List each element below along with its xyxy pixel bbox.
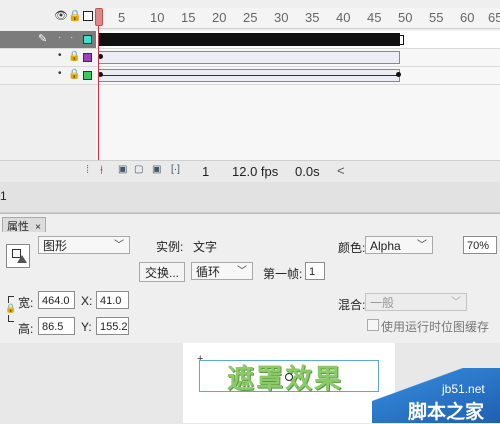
x-input[interactable]: 41.0 [96, 291, 129, 309]
ruler-tick: 10 [150, 10, 165, 25]
tab-label: 属性 [7, 221, 29, 233]
ruler-tick: 20 [212, 10, 227, 25]
playhead[interactable] [95, 8, 103, 26]
ruler-tick: 50 [398, 10, 413, 25]
width-input[interactable]: 464.0 [38, 291, 75, 309]
height-input[interactable]: 86.5 [38, 317, 75, 335]
watermark-logo: jb51.net 脚本之家 [372, 368, 500, 423]
lock-icon[interactable]: 🔒 [68, 69, 80, 80]
first-frame-input[interactable]: 1 [305, 262, 325, 280]
x-label: X: [81, 294, 93, 308]
ruler-tick: 60 [460, 10, 475, 25]
elapsed-time: 0.0s [295, 164, 320, 179]
symbol-type-icon [6, 244, 30, 268]
current-frame: 1 [202, 164, 210, 179]
frame-span[interactable] [98, 51, 400, 64]
layer-row-2[interactable]: • 🔒 [0, 49, 96, 67]
lock-ratio-icon[interactable]: 🔒 [5, 303, 16, 314]
ruler-tick: 35 [305, 10, 320, 25]
ruler-tick: 55 [429, 10, 444, 25]
layer-row-1[interactable]: ✎ · · [0, 31, 96, 49]
edit-multiple-icon[interactable]: ▣ [152, 164, 161, 175]
chevron-down-icon: ﹀ [114, 240, 124, 251]
frame-rate[interactable]: 12.0 fps [232, 164, 278, 179]
grip-icon: ⁞ [86, 164, 90, 176]
keyframe-dot[interactable] [396, 72, 401, 77]
tab-properties[interactable]: 属性 × [2, 217, 46, 233]
dot-icon[interactable]: • [58, 50, 62, 61]
y-label: Y: [81, 320, 92, 334]
frames-row-3[interactable] [96, 67, 500, 85]
ruler-tick: 65 [488, 10, 500, 25]
chevron-down-icon: ﹀ [417, 240, 427, 251]
layer-color-icon[interactable] [83, 35, 92, 44]
first-frame-label: 第一帧: [263, 267, 303, 281]
scroll-left-button[interactable]: < [337, 163, 345, 178]
layer-row-3[interactable]: • 🔒 [0, 67, 96, 85]
symbol-type-select[interactable]: 图形 ﹀ [38, 236, 130, 254]
instance-name: 文字 [193, 240, 218, 254]
tween-arrow [100, 75, 398, 76]
ruler-tick: 25 [243, 10, 258, 25]
ruler-tick: 30 [274, 10, 289, 25]
frames-row-1[interactable] [96, 31, 500, 49]
chevron-down-icon: ﹀ [451, 297, 461, 308]
swap-button[interactable]: 交换... [139, 262, 185, 282]
ruler-tick: 15 [181, 10, 196, 25]
layer-color-icon[interactable] [83, 53, 92, 62]
alpha-input[interactable]: 70% [463, 236, 497, 254]
markers-icon[interactable]: [·] [171, 164, 180, 175]
color-label: 颜色: [338, 241, 366, 255]
layer-color-icon[interactable] [83, 71, 92, 80]
frames-row-2[interactable] [96, 49, 500, 67]
stage-canvas[interactable]: + 遮罩效果 [183, 343, 395, 423]
stage-strip: 1 [0, 182, 500, 213]
playhead-line [98, 24, 99, 180]
dot-icon[interactable]: • [58, 68, 62, 79]
onion-skin-icon[interactable]: ▣ [118, 164, 127, 175]
instance-label: 实例: [156, 240, 184, 254]
transform-point[interactable] [285, 373, 293, 381]
cache-checkbox-label: 使用运行时位图缓存 [381, 320, 490, 334]
ruler-tick: 40 [336, 10, 351, 25]
pencil-icon: ✎ [38, 33, 48, 45]
color-select[interactable]: Alpha ﹀ [365, 236, 433, 254]
keyframe-span[interactable] [98, 33, 400, 46]
tab-close-button[interactable]: × [35, 222, 41, 233]
height-label: 高: [18, 322, 34, 336]
chevron-down-icon: ﹀ [237, 266, 247, 277]
ruler-tick: 45 [367, 10, 382, 25]
blend-select[interactable]: 一般 ﹀ [365, 293, 467, 311]
lock-icon[interactable]: 🔒 [68, 51, 80, 62]
loop-select[interactable]: 循环 ﹀ [191, 262, 253, 280]
timeline-footer: ⁞ ⍿ ▣ ▢ ▣ [·] 1 12.0 fps 0.0s < [0, 160, 500, 183]
frames-empty-area[interactable] [96, 85, 500, 160]
watermark-site: jb51.net [442, 382, 485, 396]
scene-label: 1 [0, 189, 7, 203]
width-label: 宽: [18, 296, 34, 310]
dot-icon[interactable]: · [70, 32, 73, 43]
outline-icon[interactable] [83, 11, 93, 21]
end-frame-marker[interactable] [399, 35, 404, 45]
cache-checkbox[interactable] [367, 319, 379, 331]
dot-icon[interactable]: · [58, 32, 61, 43]
lock-icon[interactable]: 🔒 [68, 9, 82, 22]
eye-icon[interactable]: 👁 [54, 9, 68, 22]
properties-panel: 属性 × 图形 ﹀ 实例: 文字 交换... 循环 ﹀ 第一帧: 1 颜色: A… [0, 213, 500, 344]
playhead-center-icon[interactable]: ⍿ [100, 163, 103, 178]
onion-outline-icon[interactable]: ▢ [134, 164, 143, 175]
ruler-tick: 5 [118, 10, 126, 25]
frame-ruler[interactable]: 5 10 15 20 25 30 35 40 45 50 55 60 65 [96, 8, 500, 29]
y-input[interactable]: 155.2 [96, 317, 129, 335]
watermark-name: 脚本之家 [408, 401, 485, 423]
timeline-panel: 👁 🔒 5 10 15 20 25 30 35 40 45 50 55 60 6… [0, 0, 500, 186]
blend-label: 混合: [338, 298, 366, 312]
